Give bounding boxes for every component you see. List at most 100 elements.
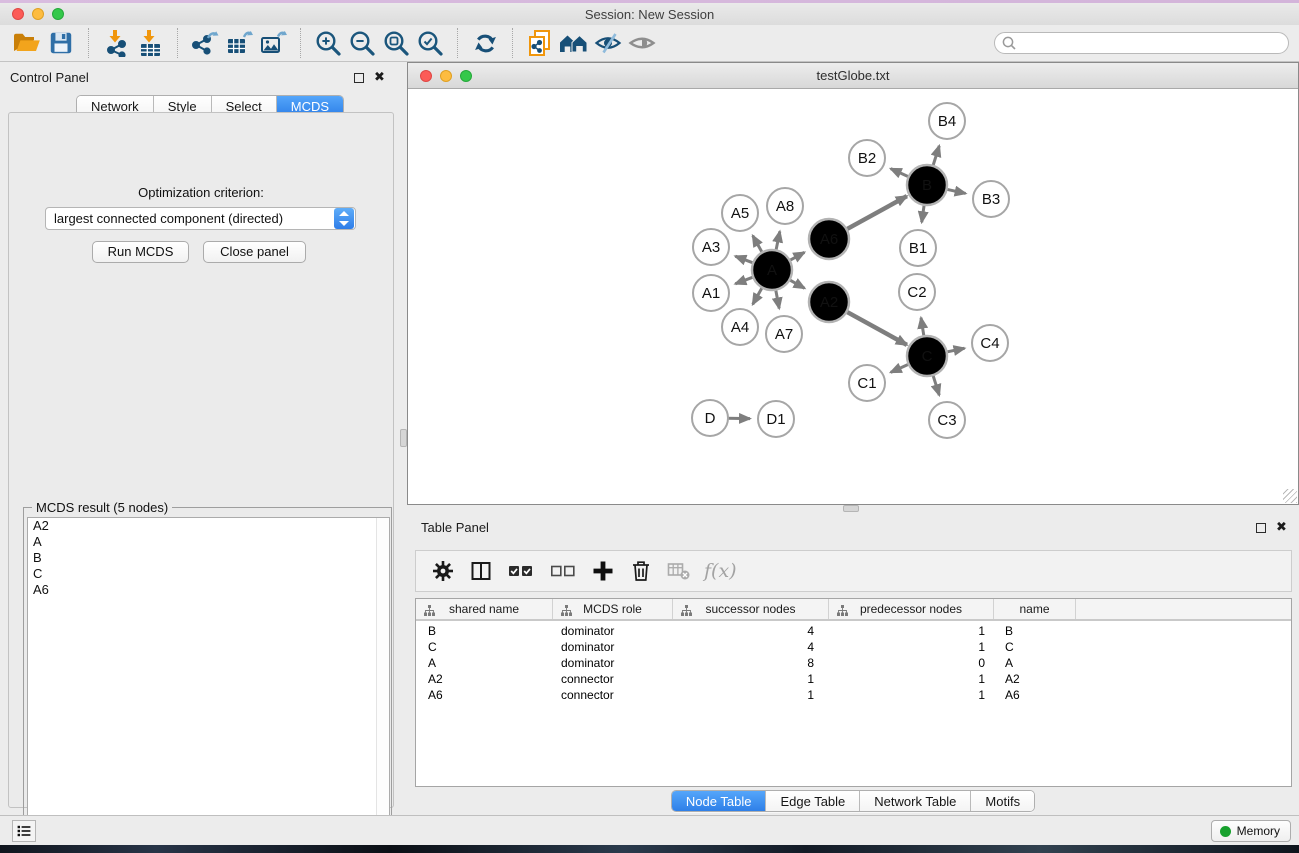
result-list-item[interactable]: A2: [28, 518, 389, 534]
export-table-button[interactable]: [222, 27, 256, 59]
edge-C-C4[interactable]: [946, 348, 965, 352]
edge-B-B4[interactable]: [933, 146, 940, 167]
column-header-name[interactable]: name: [994, 599, 1076, 619]
table-cell[interactable]: B: [994, 623, 1076, 639]
table-cell[interactable]: 4: [673, 639, 829, 655]
network-canvas[interactable]: B4B2BB3B1A5A8A6A3AA1A2C2A4A7CC4C1C3DD1: [408, 89, 1298, 504]
delete-columns-button[interactable]: [628, 558, 654, 584]
zoom-in-button[interactable]: [311, 27, 345, 59]
table-cell[interactable]: A6: [994, 687, 1076, 703]
column-header-successor-nodes[interactable]: successor nodes: [673, 599, 829, 619]
table-cell[interactable]: A: [416, 655, 553, 671]
table-cell[interactable]: connector: [553, 687, 673, 703]
result-list-scrollbar[interactable]: [376, 518, 389, 849]
table-cell[interactable]: 4: [673, 623, 829, 639]
task-history-button[interactable]: [12, 820, 36, 842]
horizontal-split-handle[interactable]: [843, 505, 859, 512]
column-header-shared-name[interactable]: shared name: [416, 599, 553, 619]
save-session-button[interactable]: [44, 27, 78, 59]
edge-A-A7[interactable]: [776, 289, 780, 309]
table-row[interactable]: Bdominator41B: [416, 623, 1291, 639]
result-list-item[interactable]: B: [28, 550, 389, 566]
table-cell[interactable]: connector: [553, 671, 673, 687]
show-eye-button[interactable]: [625, 27, 659, 59]
run-mcds-button[interactable]: Run MCDS: [92, 241, 189, 263]
delete-table-button[interactable]: [666, 558, 692, 584]
table-cell[interactable]: A2: [994, 671, 1076, 687]
table-row[interactable]: Cdominator41C: [416, 639, 1291, 655]
edge-B-B1[interactable]: [922, 204, 925, 222]
table-cell[interactable]: A2: [416, 671, 553, 687]
open-session-button[interactable]: [10, 27, 44, 59]
new-network-from-selection-button[interactable]: [523, 27, 557, 59]
table-cell[interactable]: 1: [829, 623, 994, 639]
mcds-result-list[interactable]: A2ABCA6: [27, 517, 390, 850]
vertical-split-handle[interactable]: [400, 429, 407, 447]
table-cell[interactable]: A: [994, 655, 1076, 671]
refresh-layout-button[interactable]: [468, 27, 502, 59]
float-panel-icon[interactable]: [354, 73, 364, 83]
tab-edge-table[interactable]: Edge Table: [766, 791, 860, 811]
edge-C-C3[interactable]: [933, 374, 940, 395]
close-table-panel-icon[interactable]: ✖: [1276, 519, 1287, 535]
memory-button[interactable]: Memory: [1211, 820, 1291, 842]
table-row[interactable]: Adominator80A: [416, 655, 1291, 671]
zoom-selected-button[interactable]: [413, 27, 447, 59]
zoom-fit-button[interactable]: [379, 27, 413, 59]
table-cell[interactable]: 1: [673, 671, 829, 687]
table-cell[interactable]: A6: [416, 687, 553, 703]
float-table-panel-icon[interactable]: [1256, 523, 1266, 533]
window-resize-grip[interactable]: [1283, 489, 1297, 503]
edge-A-A3[interactable]: [735, 256, 754, 263]
zoom-out-button[interactable]: [345, 27, 379, 59]
table-row[interactable]: A6connector11A6: [416, 687, 1291, 703]
edge-B-B3[interactable]: [946, 189, 966, 193]
table-cell[interactable]: 0: [829, 655, 994, 671]
result-list-item[interactable]: A: [28, 534, 389, 550]
edge-C-C1[interactable]: [891, 364, 910, 373]
import-network-button[interactable]: [99, 27, 133, 59]
criterion-dropdown[interactable]: largest connected component (directed): [45, 207, 356, 230]
edge-C-C2[interactable]: [921, 318, 924, 338]
edge-B-B2[interactable]: [891, 169, 910, 178]
close-panel-icon[interactable]: ✖: [374, 69, 385, 85]
edge-A6-B[interactable]: [846, 196, 907, 230]
table-options-button[interactable]: [430, 558, 456, 584]
export-network-button[interactable]: [188, 27, 222, 59]
edge-A-A4[interactable]: [753, 287, 763, 305]
show-column-dialog-button[interactable]: [468, 558, 494, 584]
add-column-button[interactable]: [590, 558, 616, 584]
search-box[interactable]: [994, 32, 1289, 54]
edge-A-A5[interactable]: [753, 236, 763, 254]
import-table-button[interactable]: [133, 27, 167, 59]
column-header-predecessor-nodes[interactable]: predecessor nodes: [829, 599, 994, 619]
column-header-MCDS-role[interactable]: MCDS role: [553, 599, 673, 619]
edge-A-A6[interactable]: [789, 252, 805, 261]
table-cell[interactable]: 8: [673, 655, 829, 671]
equation-builder-button[interactable]: f(x): [704, 560, 737, 582]
table-cell[interactable]: 1: [829, 639, 994, 655]
table-cell[interactable]: C: [416, 639, 553, 655]
result-list-item[interactable]: C: [28, 566, 389, 582]
search-input[interactable]: [1021, 36, 1282, 50]
table-cell[interactable]: dominator: [553, 639, 673, 655]
hide-eye-button[interactable]: [591, 27, 625, 59]
table-cell[interactable]: B: [416, 623, 553, 639]
table-row[interactable]: A2connector11A2: [416, 671, 1291, 687]
home-view-button[interactable]: [557, 27, 591, 59]
unselect-all-columns-button[interactable]: [548, 558, 578, 584]
table-cell[interactable]: 1: [673, 687, 829, 703]
export-image-button[interactable]: [256, 27, 290, 59]
close-panel-button[interactable]: Close panel: [203, 241, 306, 263]
edge-A-A8[interactable]: [776, 231, 780, 251]
result-list-item[interactable]: A6: [28, 582, 389, 598]
table-cell[interactable]: C: [994, 639, 1076, 655]
table-cell[interactable]: dominator: [553, 623, 673, 639]
table-cell[interactable]: 1: [829, 687, 994, 703]
tab-motifs[interactable]: Motifs: [971, 791, 1034, 811]
tab-network-table[interactable]: Network Table: [860, 791, 971, 811]
tab-node-table[interactable]: Node Table: [672, 791, 767, 811]
table-cell[interactable]: dominator: [553, 655, 673, 671]
edge-A2-C[interactable]: [846, 311, 907, 345]
edge-A-A1[interactable]: [735, 277, 754, 284]
